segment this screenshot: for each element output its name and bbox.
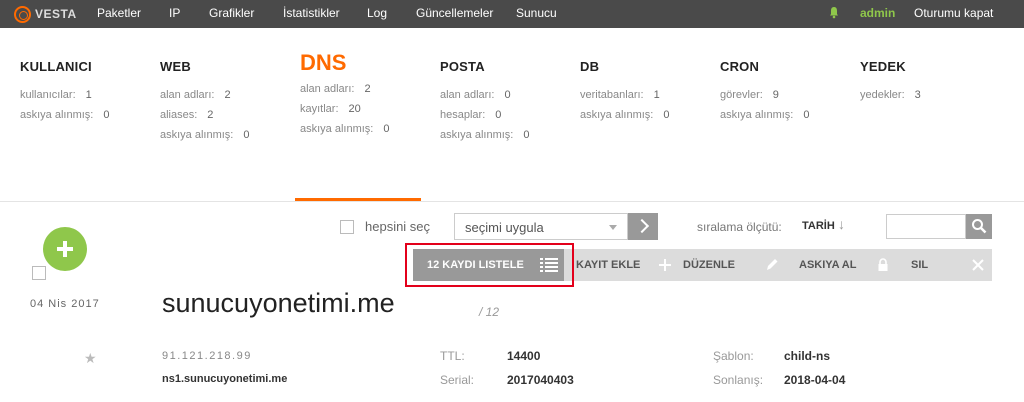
sort-value[interactable]: TARİH bbox=[802, 220, 835, 232]
nav-guncellemeler[interactable]: Güncellemeler bbox=[416, 6, 493, 20]
close-icon bbox=[972, 259, 984, 271]
select-all-label[interactable]: hepsini seç bbox=[365, 219, 430, 234]
nav-istatistikler[interactable]: İstatistikler bbox=[283, 6, 340, 20]
panel-posta[interactable]: POSTA alan adları: 0 hesaplar: 0 askıya al… bbox=[440, 50, 529, 149]
record-date: 04 Nis 2017 bbox=[30, 298, 100, 310]
stat-row: alan adları: 2 bbox=[300, 83, 371, 95]
apply-arrow-button[interactable] bbox=[628, 213, 658, 240]
panel-cron[interactable]: CRON görevler: 9 askıya alınmış: 0 bbox=[720, 50, 809, 129]
stat-row: veritabanları: 1 bbox=[580, 89, 660, 101]
nav-ip[interactable]: IP bbox=[169, 6, 180, 20]
add-record-button[interactable] bbox=[43, 227, 87, 271]
stat-row: hesaplar: 0 bbox=[440, 109, 502, 121]
stat-row: askıya alınmış: 0 bbox=[580, 109, 670, 121]
nav-grafikler[interactable]: Grafikler bbox=[209, 6, 254, 20]
stat-row: aliases: 2 bbox=[160, 109, 214, 121]
edit-label: DÜZENLE bbox=[683, 259, 735, 271]
logout-link[interactable]: Oturumu kapat bbox=[914, 6, 993, 20]
record-count: / 12 bbox=[479, 305, 500, 319]
star-icon[interactable]: ★ bbox=[84, 350, 97, 367]
panel-title: YEDEK bbox=[860, 59, 906, 74]
panel-kullanici[interactable]: KULLANICI kullanıcılar: 1 askıya alınmış:… bbox=[20, 50, 109, 129]
template-value: child-ns bbox=[784, 349, 831, 363]
plus-icon bbox=[659, 259, 671, 271]
nav-sunucu[interactable]: Sunucu bbox=[516, 6, 557, 20]
panel-title: DB bbox=[580, 59, 600, 74]
search-input[interactable] bbox=[886, 214, 966, 239]
divider bbox=[0, 201, 1024, 202]
panel-db[interactable]: DB veritabanları: 1 askıya alınmış: 0 bbox=[580, 50, 669, 129]
stat-row: askıya alınmış: 0 bbox=[440, 129, 530, 141]
record-nameserver: ns1.sunucuyonetimi.me bbox=[162, 373, 288, 385]
stat-row: askıya alınmış: 0 bbox=[20, 109, 110, 121]
panel-title: KULLANICI bbox=[20, 59, 92, 74]
panel-title-active: DNS bbox=[300, 50, 347, 75]
suspend-label: ASKIYA AL bbox=[799, 259, 857, 271]
stat-row: kayıtlar: 20 bbox=[300, 103, 361, 115]
search-button[interactable] bbox=[966, 214, 992, 239]
stat-row: görevler: 9 bbox=[720, 89, 779, 101]
record-ip: 91.121.218.99 bbox=[162, 350, 252, 362]
sort-label: sıralama ölçütü: bbox=[697, 220, 782, 234]
bulk-action-select[interactable]: seçimi uygula bbox=[454, 213, 628, 240]
panel-title: WEB bbox=[160, 59, 191, 74]
stat-row: askıya alınmış: 0 bbox=[300, 123, 390, 135]
serial-label: Serial: bbox=[440, 373, 475, 387]
vesta-logo[interactable]: VESTA bbox=[14, 5, 77, 23]
template-label: Şablon: bbox=[713, 349, 754, 363]
select-all-checkbox[interactable] bbox=[340, 220, 354, 234]
stat-row: askıya alınmış: 0 bbox=[160, 129, 250, 141]
expire-label: Sonlanış: bbox=[713, 373, 764, 387]
panel-dns[interactable]: DNS alan adları: 2 kayıtlar: 20 askıya alı… bbox=[300, 50, 389, 143]
user-link[interactable]: admin bbox=[860, 6, 895, 20]
delete-action[interactable]: SIL bbox=[899, 249, 992, 281]
expire-value: 2018-04-04 bbox=[784, 373, 846, 387]
chevron-down-icon bbox=[609, 225, 617, 230]
add-entry-action[interactable]: KAYIT EKLE bbox=[564, 249, 671, 281]
logo-text: VESTA bbox=[35, 7, 77, 21]
stat-row: yedekler: 3 bbox=[860, 89, 921, 101]
panel-web[interactable]: WEB alan adları: 2 aliases: 2 askıya alınm… bbox=[160, 50, 249, 149]
suspend-action[interactable]: ASKIYA AL bbox=[785, 249, 899, 281]
bell-icon[interactable] bbox=[829, 6, 839, 19]
ttl-value: 14400 bbox=[507, 349, 541, 363]
vesta-logo-icon bbox=[14, 5, 31, 23]
top-navigation-bar: VESTA Paketler IP Grafikler İstatistikle… bbox=[0, 0, 1024, 28]
panel-title: CRON bbox=[720, 59, 760, 74]
lock-icon bbox=[878, 258, 888, 271]
nav-log[interactable]: Log bbox=[367, 6, 387, 20]
pencil-icon bbox=[767, 259, 778, 270]
add-entry-label: KAYIT EKLE bbox=[576, 259, 641, 271]
delete-label: SIL bbox=[911, 259, 929, 271]
bulk-action-selected: seçimi uygula bbox=[465, 220, 544, 235]
record-domain[interactable]: sunucuyonetimi.me bbox=[162, 288, 395, 319]
panel-yedek[interactable]: YEDEK yedekler: 3 bbox=[860, 50, 921, 109]
row-checkbox[interactable] bbox=[32, 266, 46, 280]
sort-direction-icon[interactable]: ↓ bbox=[838, 216, 845, 232]
ttl-label: TTL: bbox=[440, 349, 465, 363]
panel-title: POSTA bbox=[440, 59, 485, 74]
nav-paketler[interactable]: Paketler bbox=[97, 6, 141, 20]
serial-value: 2017040403 bbox=[507, 373, 574, 387]
edit-action[interactable]: DÜZENLE bbox=[671, 249, 785, 281]
highlight-annotation bbox=[405, 243, 574, 287]
stat-row: alan adları: 0 bbox=[440, 89, 511, 101]
stat-row: alan adları: 2 bbox=[160, 89, 231, 101]
stat-row: askıya alınmış: 0 bbox=[720, 109, 810, 121]
stat-row: kullanıcılar: 1 bbox=[20, 89, 92, 101]
search-icon bbox=[972, 219, 987, 234]
